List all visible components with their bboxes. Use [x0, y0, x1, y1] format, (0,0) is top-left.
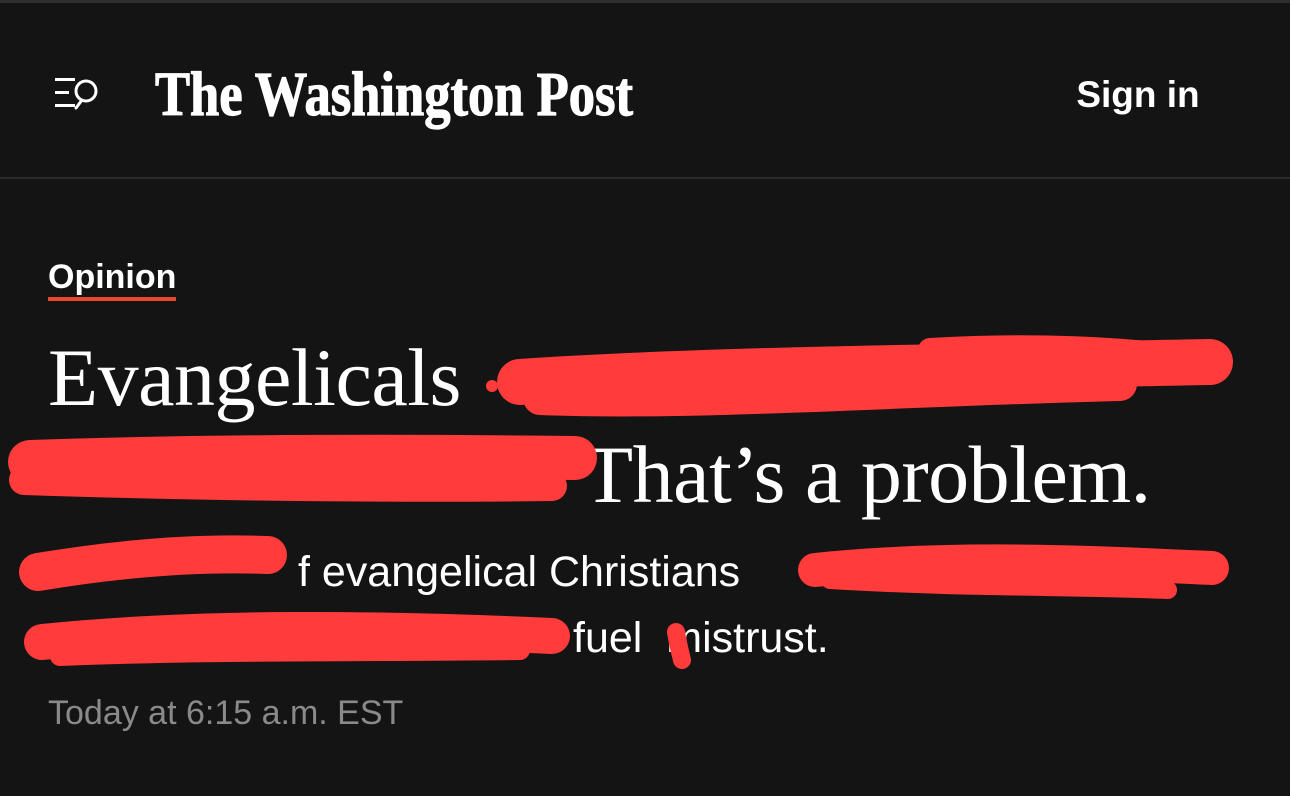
headline-line-1: Evangelicals	[48, 332, 461, 423]
dek-word-mistrust: mistrust.	[666, 614, 829, 662]
headline[interactable]: Evangelicals That’s a problem.	[48, 329, 1248, 523]
masthead-text: The Washington Post	[155, 61, 633, 129]
dek-line-2: fuel mistrust.	[48, 605, 1248, 671]
dek-word-fuel: fuel	[573, 614, 643, 662]
menu-search-button[interactable]	[52, 74, 102, 114]
site-header: The Washington Post Sign in	[0, 3, 1290, 179]
headline-line-2: That’s a problem.	[583, 429, 1151, 520]
opinion-section-link[interactable]: Opinion	[48, 257, 177, 301]
article-header: Opinion Evangelicals That’s a problem. f…	[0, 179, 1290, 796]
dek-line-1: f evangelical Christians	[298, 548, 741, 596]
article-dek: f evangelical Christians fuel mistrust.	[48, 539, 1248, 671]
sign-in-button[interactable]: Sign in	[1058, 69, 1218, 121]
washington-post-logo[interactable]: The Washington Post	[155, 53, 645, 137]
menu-search-icon	[55, 78, 98, 110]
publish-timestamp: Today at 6:15 a.m. EST	[48, 694, 404, 732]
